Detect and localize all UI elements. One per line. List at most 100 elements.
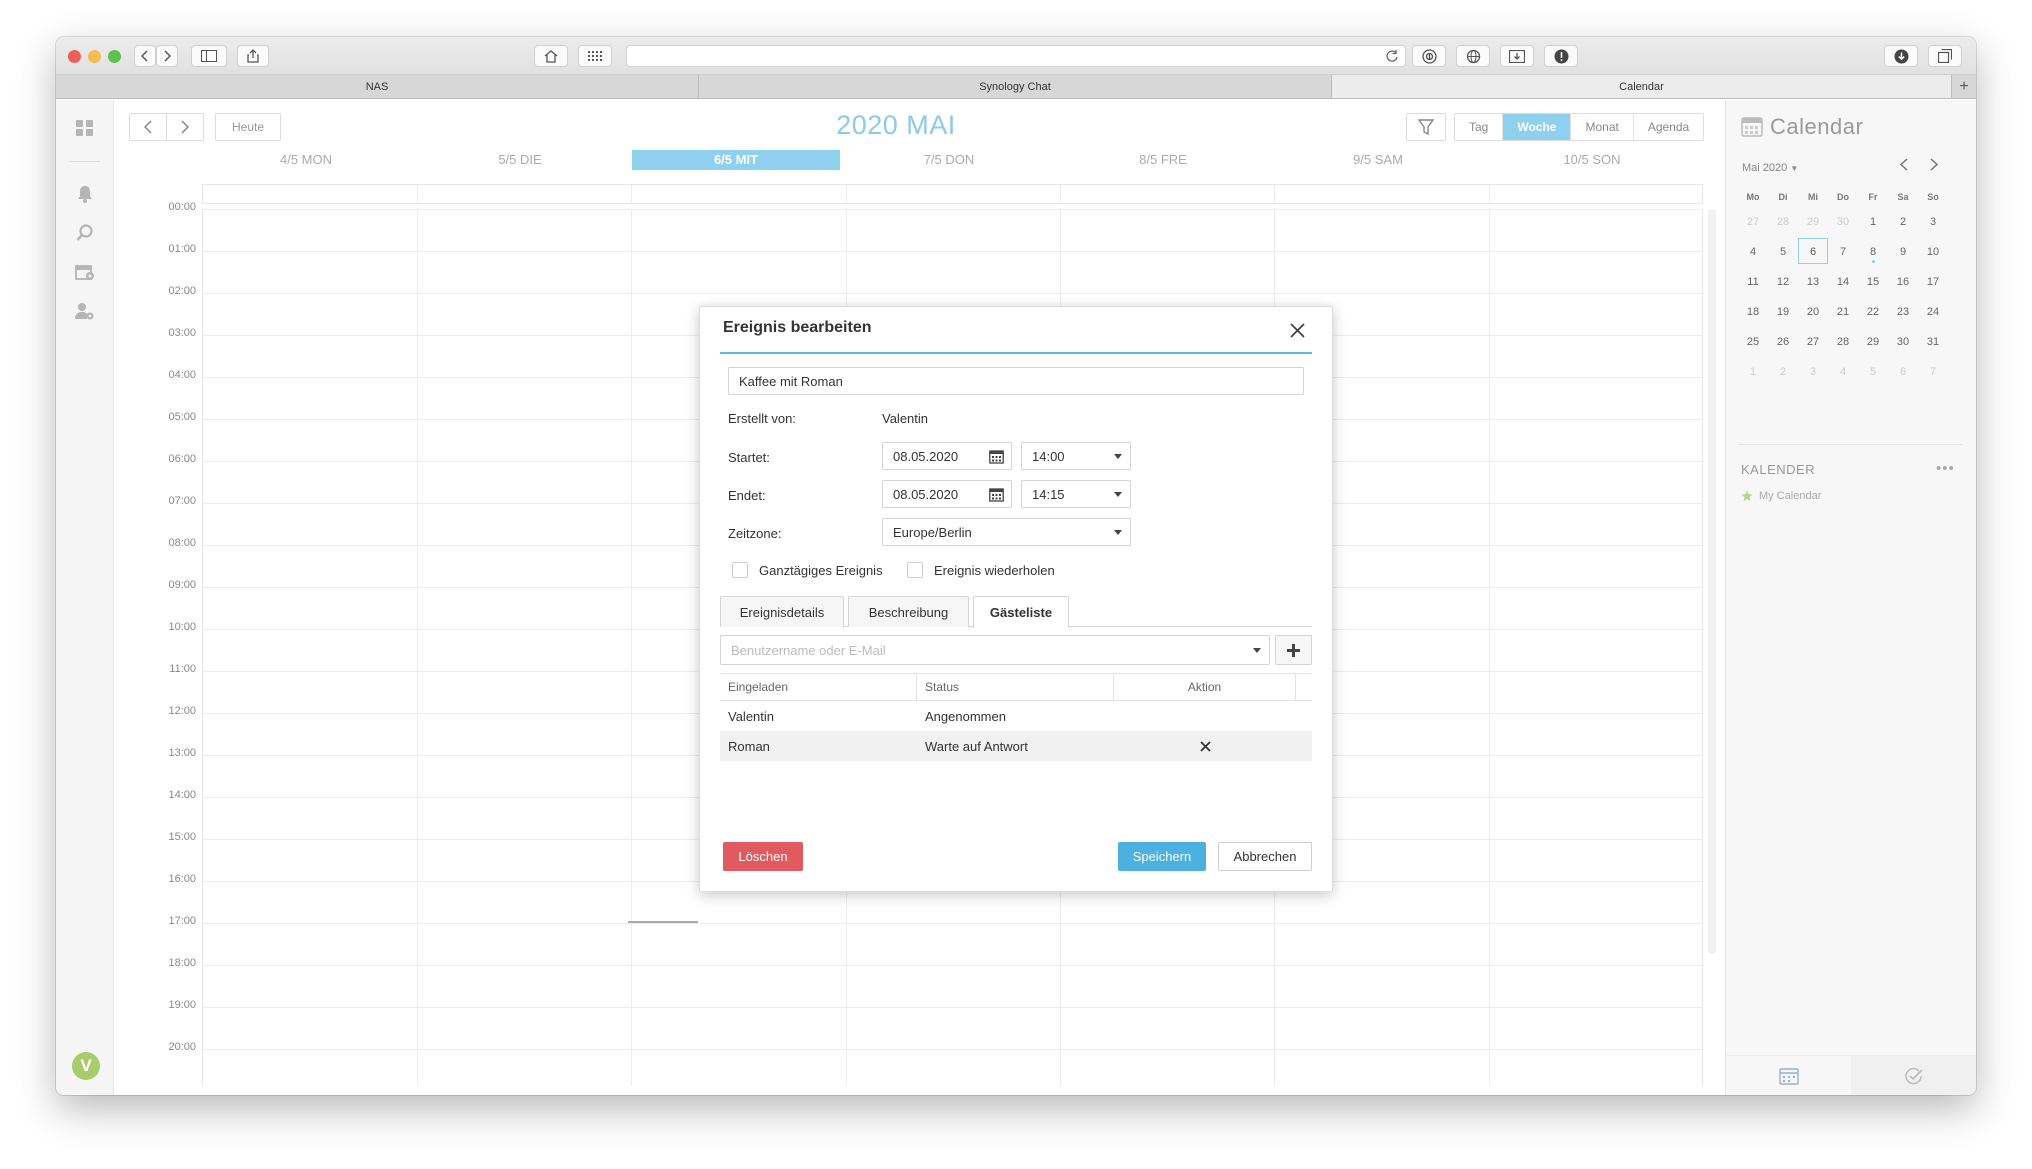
- mini-calendar-day[interactable]: 2: [1888, 208, 1918, 234]
- new-tab-button[interactable]: +: [1952, 75, 1976, 98]
- minimize-window-button[interactable]: [88, 50, 101, 63]
- tab-event-details[interactable]: Ereignisdetails: [720, 596, 844, 627]
- mini-calendar-day[interactable]: 17: [1918, 268, 1948, 294]
- remove-guest-button[interactable]: [1114, 731, 1296, 761]
- day-header-mon[interactable]: 4/5 MON: [202, 150, 410, 170]
- day-header-fri[interactable]: 8/5 FRE: [1059, 150, 1267, 170]
- mini-calendar-day[interactable]: 18: [1738, 298, 1768, 324]
- notifications-button[interactable]: [74, 183, 96, 205]
- cancel-button[interactable]: Abbrechen: [1218, 842, 1312, 871]
- delete-button[interactable]: Löschen: [723, 842, 803, 871]
- mini-calendar-day[interactable]: 9: [1888, 238, 1918, 264]
- mini-calendar-month-select[interactable]: Mai 2020 ▼: [1742, 162, 1798, 174]
- mini-calendar-day[interactable]: 6: [1798, 238, 1828, 264]
- mini-calendar-day[interactable]: 11: [1738, 268, 1768, 294]
- mini-calendar-day[interactable]: 14: [1828, 268, 1858, 294]
- view-day-button[interactable]: Tag: [1455, 114, 1504, 140]
- extension-password-button[interactable]: [1412, 45, 1446, 67]
- browser-tab-calendar[interactable]: Calendar: [1332, 75, 1952, 98]
- browser-tab-synology-chat[interactable]: Synology Chat: [699, 75, 1332, 98]
- mini-calendar-day[interactable]: 28: [1828, 328, 1858, 354]
- all-day-row[interactable]: [202, 184, 1703, 204]
- day-header-sat[interactable]: 9/5 SAM: [1274, 150, 1482, 170]
- calendar-settings-button[interactable]: [74, 261, 96, 283]
- mini-calendar-day[interactable]: 29: [1798, 208, 1828, 234]
- tab-overview-button[interactable]: [1928, 45, 1962, 67]
- timezone-select[interactable]: Europe/Berlin: [882, 518, 1131, 546]
- mini-calendar-day[interactable]: 5: [1768, 238, 1798, 264]
- home-button[interactable]: [534, 45, 568, 67]
- mini-calendar-day[interactable]: 25: [1738, 328, 1768, 354]
- mini-calendar-day[interactable]: 22: [1858, 298, 1888, 324]
- mini-calendar-day[interactable]: 30: [1828, 208, 1858, 234]
- start-date-field[interactable]: 08.05.2020: [882, 442, 1012, 470]
- reload-icon[interactable]: [1385, 49, 1399, 63]
- share-button[interactable]: [237, 45, 269, 67]
- day-header-thu[interactable]: 7/5 DON: [845, 150, 1053, 170]
- next-week-button[interactable]: [166, 113, 204, 141]
- repeat-checkbox[interactable]: [907, 562, 923, 578]
- day-header-tue[interactable]: 5/5 DIE: [416, 150, 624, 170]
- dialog-close-button[interactable]: [1284, 317, 1310, 343]
- repeat-label[interactable]: Ereignis wiederholen: [934, 563, 1055, 578]
- mini-calendar-day[interactable]: 1: [1858, 208, 1888, 234]
- mini-calendar-day[interactable]: 4: [1738, 238, 1768, 264]
- all-day-label[interactable]: Ganztägiges Ereignis: [759, 563, 883, 578]
- calendar-tab-button[interactable]: [1726, 1056, 1851, 1095]
- downloads-button[interactable]: [1884, 45, 1918, 67]
- mini-calendar-day[interactable]: 2: [1768, 358, 1798, 384]
- mini-calendar-day[interactable]: 29: [1858, 328, 1888, 354]
- mini-calendar-day[interactable]: 7: [1828, 238, 1858, 264]
- grid-scrollbar[interactable]: [1708, 209, 1716, 954]
- filter-button[interactable]: [1406, 113, 1446, 141]
- mini-calendar-day[interactable]: 5: [1858, 358, 1888, 384]
- mini-calendar-day[interactable]: 28: [1768, 208, 1798, 234]
- mini-calendar-next-button[interactable]: [1930, 158, 1939, 174]
- address-bar[interactable]: [626, 45, 1406, 67]
- guest-search-input[interactable]: Benutzername oder E-Mail: [720, 635, 1270, 665]
- search-button[interactable]: [74, 222, 96, 244]
- end-date-field[interactable]: 08.05.2020: [882, 480, 1012, 508]
- calendar-list-item[interactable]: My Calendar: [1741, 490, 1821, 502]
- tasks-tab-button[interactable]: [1851, 1056, 1976, 1095]
- all-day-checkbox[interactable]: [732, 562, 748, 578]
- forward-button[interactable]: [156, 45, 178, 67]
- mini-calendar-day[interactable]: 4: [1828, 358, 1858, 384]
- calendar-icon[interactable]: [989, 449, 1004, 464]
- mini-calendar-day[interactable]: 3: [1798, 358, 1828, 384]
- mini-calendar-prev-button[interactable]: [1899, 158, 1908, 174]
- mini-calendar-day[interactable]: 31: [1918, 328, 1948, 354]
- mini-calendar-day[interactable]: 30: [1888, 328, 1918, 354]
- close-window-button[interactable]: [68, 50, 81, 63]
- add-guest-button[interactable]: [1275, 635, 1312, 665]
- mini-calendar-day[interactable]: 23: [1888, 298, 1918, 324]
- back-button[interactable]: [134, 45, 156, 67]
- start-time-select[interactable]: 14:00: [1021, 442, 1131, 470]
- mini-calendar-day[interactable]: 8: [1858, 238, 1888, 264]
- mini-calendar-day[interactable]: 26: [1768, 328, 1798, 354]
- calendars-more-button[interactable]: •••: [1936, 460, 1955, 477]
- mini-calendar-day[interactable]: 21: [1828, 298, 1858, 324]
- user-avatar[interactable]: V: [72, 1052, 100, 1080]
- main-menu-button[interactable]: [74, 117, 96, 139]
- extension-alert-button[interactable]: [1544, 45, 1578, 67]
- caret-down-icon[interactable]: [1253, 648, 1261, 653]
- mini-calendar-day[interactable]: 1: [1738, 358, 1768, 384]
- user-settings-button[interactable]: [74, 300, 96, 322]
- mini-calendar-day[interactable]: 27: [1738, 208, 1768, 234]
- day-header-sun[interactable]: 10/5 SON: [1488, 150, 1696, 170]
- tab-guest-list[interactable]: Gästeliste: [973, 596, 1069, 628]
- today-button[interactable]: Heute: [215, 113, 281, 141]
- mini-calendar-day[interactable]: 27: [1798, 328, 1828, 354]
- mini-calendar-day[interactable]: 13: [1798, 268, 1828, 294]
- day-header-wed[interactable]: 6/5 MIT: [632, 150, 840, 170]
- mini-calendar-day[interactable]: 19: [1768, 298, 1798, 324]
- extension-vpn-button[interactable]: [1456, 45, 1490, 67]
- mini-calendar-day[interactable]: 24: [1918, 298, 1948, 324]
- mini-calendar-day[interactable]: 7: [1918, 358, 1948, 384]
- zoom-window-button[interactable]: [108, 50, 121, 63]
- calendar-icon[interactable]: [989, 487, 1004, 502]
- mini-calendar-day[interactable]: 6: [1888, 358, 1918, 384]
- mini-calendar-day[interactable]: 12: [1768, 268, 1798, 294]
- view-week-button[interactable]: Woche: [1503, 114, 1572, 140]
